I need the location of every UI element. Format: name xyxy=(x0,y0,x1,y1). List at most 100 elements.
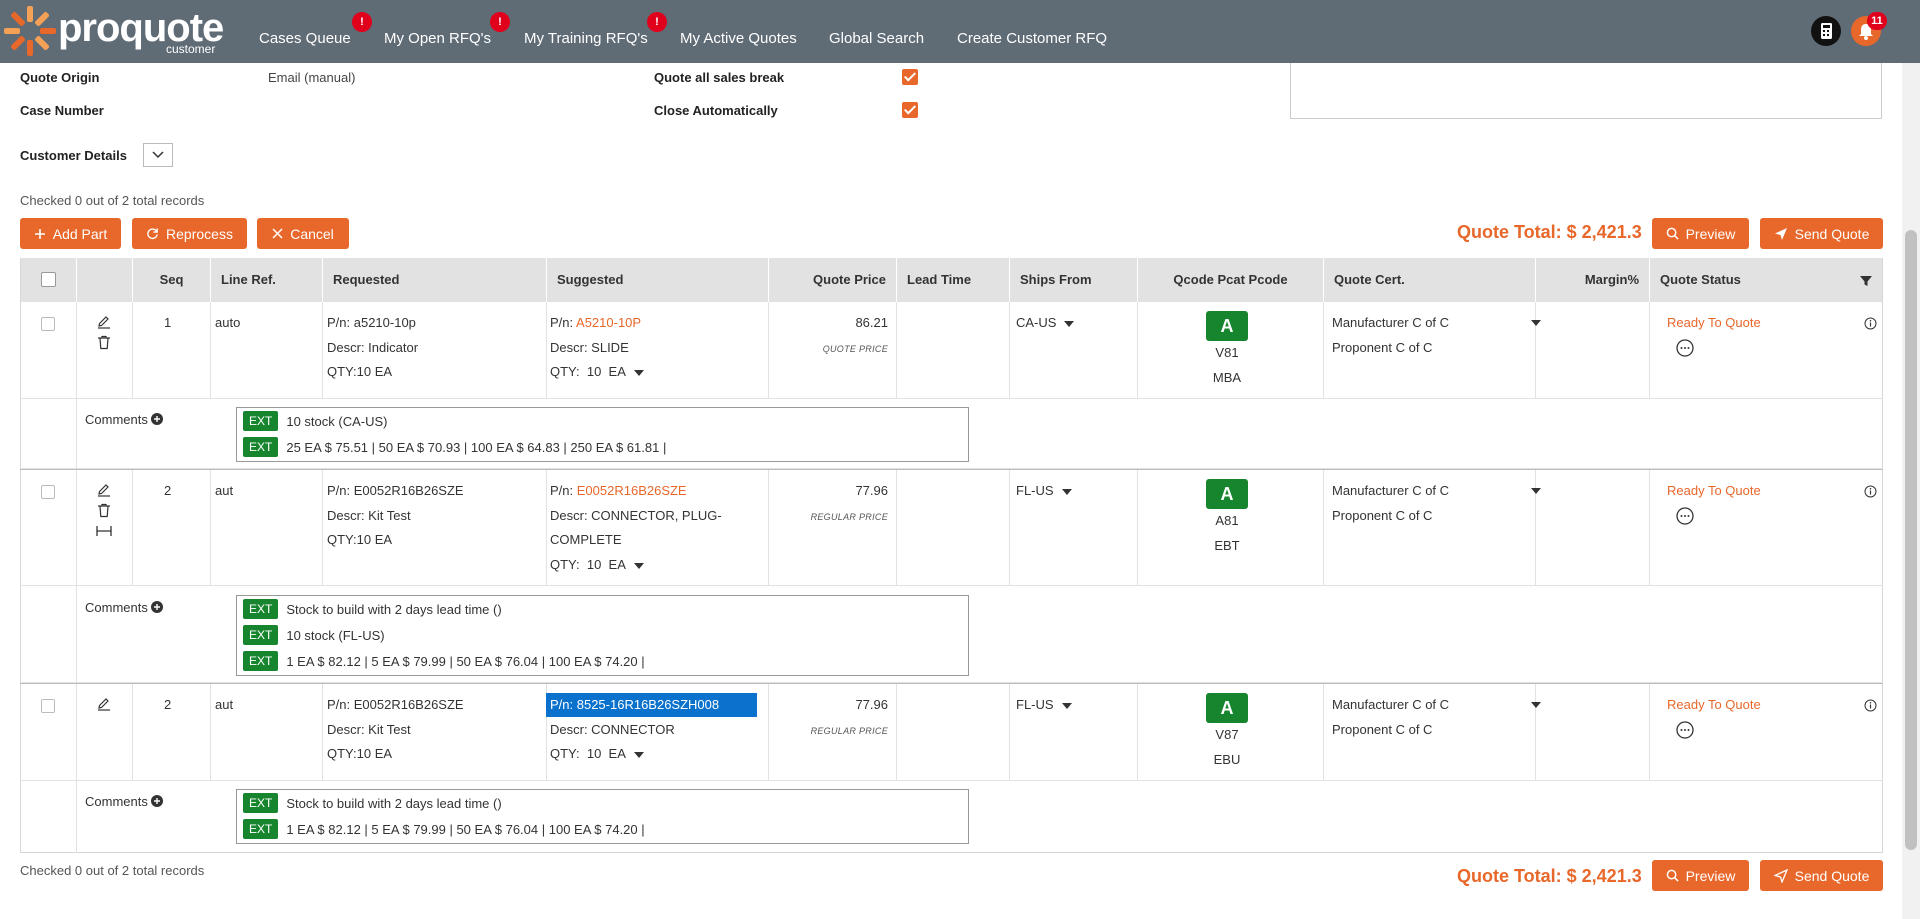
trash-icon[interactable] xyxy=(97,335,111,350)
ext-tag: EXT xyxy=(243,819,279,839)
suggested-qty-select[interactable]: QTY: 10 EA xyxy=(550,746,644,762)
cert-manufacturer: Manufacturer C of C xyxy=(1332,315,1450,330)
comment-line: EXT 10 stock (FL-US) xyxy=(243,625,385,645)
comments-box: EXT Stock to build with 2 days lead time … xyxy=(236,789,969,844)
suggested-pn-link[interactable]: A5210-10P xyxy=(576,315,641,330)
comment-text: Stock to build with 2 days lead time () xyxy=(286,601,502,617)
add-comment-icon[interactable] xyxy=(151,795,163,807)
ext-tag: EXT xyxy=(243,437,279,457)
table-row xyxy=(20,302,1883,399)
cert-dropdown-icon[interactable] xyxy=(1531,702,1541,708)
cert-dropdown-icon[interactable] xyxy=(1531,320,1541,326)
cancel-label: Cancel xyxy=(290,225,334,242)
suggested-qty-select[interactable]: QTY: 10 EA xyxy=(550,364,644,380)
reprocess-label: Reprocess xyxy=(166,225,233,242)
nav-cases-queue[interactable]: Cases Queue xyxy=(259,31,351,47)
edit-icon[interactable] xyxy=(97,315,111,329)
ships-from-select[interactable]: FL-US xyxy=(1016,483,1072,499)
quote-status[interactable]: Ready To Quote xyxy=(1667,315,1761,330)
row-line-ref: auto xyxy=(215,315,241,330)
preview-button-bottom[interactable]: Preview xyxy=(1652,860,1749,891)
add-comment-icon[interactable] xyxy=(151,413,163,425)
cert-proponent: Proponent C of C xyxy=(1332,340,1433,355)
suggested-qty: QTY: 10 EA xyxy=(550,746,626,761)
reprocess-button[interactable]: Reprocess xyxy=(132,218,247,249)
chevron-down-icon xyxy=(1061,488,1072,495)
row-line-ref: aut xyxy=(215,697,234,712)
quote-status[interactable]: Ready To Quote xyxy=(1667,483,1761,498)
quote-price: 77.96 xyxy=(855,483,888,498)
quote-origin-value: Email (manual) xyxy=(268,70,356,85)
comment-text: 25 EA $ 75.51 | 50 EA $ 70.93 | 100 EA $… xyxy=(286,439,667,455)
customer-details-label: Customer Details xyxy=(20,148,127,163)
info-icon[interactable] xyxy=(1864,699,1877,712)
chat-icon[interactable] xyxy=(1675,720,1695,740)
cert-proponent: Proponent C of C xyxy=(1332,722,1433,737)
comment-text: Stock to build with 2 days lead time () xyxy=(286,795,502,811)
suggested-pn-prefix: P/n: xyxy=(550,315,574,330)
quote-status[interactable]: Ready To Quote xyxy=(1667,697,1761,712)
row-checkbox[interactable] xyxy=(41,317,55,331)
suggested-pn[interactable]: P/n: E0052R16B26SZE xyxy=(550,483,687,499)
ext-tag: EXT xyxy=(243,793,279,813)
scrollbar-thumb[interactable] xyxy=(1905,230,1917,850)
qcode-badge: A xyxy=(1206,311,1248,341)
suggested-pn-prefix: P/n: xyxy=(550,483,574,498)
edit-icon[interactable] xyxy=(97,483,111,497)
requested-descr: Descr: Kit Test xyxy=(327,508,411,523)
suggested-pn-selected[interactable]: P/n: 8525-16R16B26SZH008 xyxy=(546,693,757,717)
preview-button-top[interactable]: Preview xyxy=(1652,218,1749,249)
quote-price: 86.21 xyxy=(855,315,888,330)
proquote-logo[interactable]: proquote customer xyxy=(4,6,224,56)
nav-badge-cases-queue: ! xyxy=(352,12,372,32)
suggested-qty-select[interactable]: QTY: 10 EA xyxy=(550,557,644,573)
chat-icon[interactable] xyxy=(1675,338,1695,358)
nav-my-open-rfqs[interactable]: My Open RFQ's xyxy=(384,31,491,47)
suggested-qty: QTY: 10 EA xyxy=(550,557,626,572)
customer-details-toggle[interactable] xyxy=(143,143,173,167)
send-quote-button-top[interactable]: Send Quote xyxy=(1760,218,1883,249)
logo-subtitle: customer xyxy=(166,42,216,56)
ships-from-value: CA-US xyxy=(1016,315,1057,330)
cert-manufacturer: Manufacturer C of C xyxy=(1332,697,1450,712)
nav-my-training-rfqs[interactable]: My Training RFQ's xyxy=(524,31,648,47)
split-line-icon[interactable] xyxy=(96,524,112,538)
calculator-button[interactable] xyxy=(1811,16,1841,46)
suggested-pn-link[interactable]: E0052R16B26SZE xyxy=(577,483,687,498)
add-comment-icon[interactable] xyxy=(151,601,163,613)
edit-icon[interactable] xyxy=(97,697,111,711)
send-quote-button-bottom[interactable]: Send Quote xyxy=(1760,860,1883,891)
ships-from-select[interactable]: FL-US xyxy=(1016,697,1072,713)
row-line-ref: aut xyxy=(215,483,234,498)
cert-dropdown-icon[interactable] xyxy=(1531,488,1541,494)
chat-icon[interactable] xyxy=(1675,506,1695,526)
nav-create-customer-rfq[interactable]: Create Customer RFQ xyxy=(957,31,1107,47)
requested-qty: QTY:10 EA xyxy=(327,532,393,547)
close-automatically-checkbox[interactable] xyxy=(902,102,918,118)
calculator-icon xyxy=(1821,23,1832,39)
suggested-pn[interactable]: P/n: A5210-10P xyxy=(550,315,641,331)
cancel-button[interactable]: Cancel xyxy=(257,218,349,249)
preview-label-bottom: Preview xyxy=(1685,867,1736,884)
nav-global-search[interactable]: Global Search xyxy=(829,31,924,47)
nav-my-active-quotes[interactable]: My Active Quotes xyxy=(680,31,797,47)
price-type: QUOTE PRICE xyxy=(822,344,888,354)
row-checkbox[interactable] xyxy=(41,485,55,499)
quote-all-sales-break-checkbox[interactable] xyxy=(902,69,918,85)
qcode-badge: A xyxy=(1206,693,1248,723)
ext-tag: EXT xyxy=(243,411,279,431)
comments-box: EXT 10 stock (CA-US) EXT 25 EA $ 75.51 | 5… xyxy=(236,407,969,462)
quote-total-bottom: Quote Total: $ 2,421.3 xyxy=(1457,866,1642,886)
ships-from-select[interactable]: CA-US xyxy=(1016,315,1075,331)
suggested-qty: QTY: 10 EA xyxy=(550,364,626,379)
trash-icon[interactable] xyxy=(97,503,111,518)
add-part-button[interactable]: Add Part xyxy=(20,218,121,249)
requested-descr: Descr: Indicator xyxy=(327,340,419,355)
info-icon[interactable] xyxy=(1864,485,1877,498)
ships-from-value: FL-US xyxy=(1016,483,1054,498)
info-icon[interactable] xyxy=(1864,317,1877,330)
chevron-down-icon xyxy=(633,369,644,376)
comment-line: EXT 25 EA $ 75.51 | 50 EA $ 70.93 | 100 E… xyxy=(243,437,666,457)
chevron-down-icon xyxy=(633,562,644,569)
row-checkbox[interactable] xyxy=(41,699,55,713)
